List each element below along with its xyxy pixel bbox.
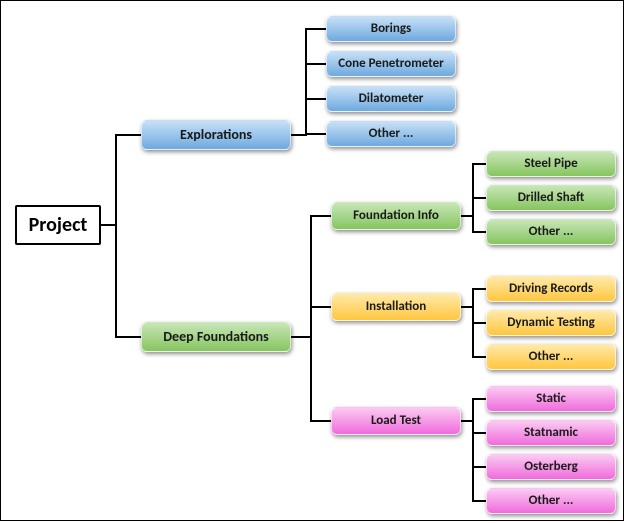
node-statnamic: Statnamic <box>486 420 616 446</box>
node-installation-other: Other ... <box>486 344 616 370</box>
node-driving-records: Driving Records <box>486 276 616 302</box>
node-label: Cone Penetrometer <box>338 57 444 71</box>
node-label: Statnamic <box>524 426 578 440</box>
node-steel-pipe: Steel Pipe <box>486 151 616 177</box>
node-drilled-shaft: Drilled Shaft <box>486 185 616 211</box>
node-explorations: Explorations <box>141 120 291 150</box>
node-installation: Installation <box>331 293 461 321</box>
node-label: Other ... <box>529 225 574 239</box>
node-load-test: Load Test <box>331 407 461 435</box>
node-label: Installation <box>366 300 427 314</box>
node-label: Steel Pipe <box>524 157 577 171</box>
node-label: Other ... <box>529 350 574 364</box>
node-osterberg: Osterberg <box>486 454 616 480</box>
node-explorations-other: Other ... <box>326 121 456 147</box>
node-label: Deep Foundations <box>163 329 269 344</box>
node-label: Project <box>29 213 88 237</box>
node-cone-penetrometer: Cone Penetrometer <box>326 51 456 77</box>
node-label: Other ... <box>369 127 414 141</box>
node-label: Osterberg <box>524 460 578 474</box>
node-borings: Borings <box>326 16 456 42</box>
node-static: Static <box>486 386 616 412</box>
node-label: Dynamic Testing <box>507 316 595 330</box>
node-dilatometer: Dilatometer <box>326 86 456 112</box>
node-label: Drilled Shaft <box>518 191 585 205</box>
node-label: Borings <box>371 22 411 36</box>
node-dynamic-testing: Dynamic Testing <box>486 310 616 336</box>
node-label: Dilatometer <box>359 92 424 106</box>
node-label: Load Test <box>371 414 421 428</box>
node-label: Other ... <box>529 494 574 508</box>
node-label: Static <box>536 392 566 406</box>
node-label: Foundation Info <box>353 209 439 223</box>
node-label: Explorations <box>180 127 252 142</box>
node-foundation-info: Foundation Info <box>331 202 461 230</box>
node-project: Project <box>15 205 101 245</box>
node-load-test-other: Other ... <box>486 488 616 514</box>
node-foundation-other: Other ... <box>486 219 616 245</box>
node-deep-foundations: Deep Foundations <box>141 322 291 352</box>
node-label: Driving Records <box>509 282 593 296</box>
diagram-frame: Project Explorations Deep Foundations Bo… <box>0 0 624 521</box>
